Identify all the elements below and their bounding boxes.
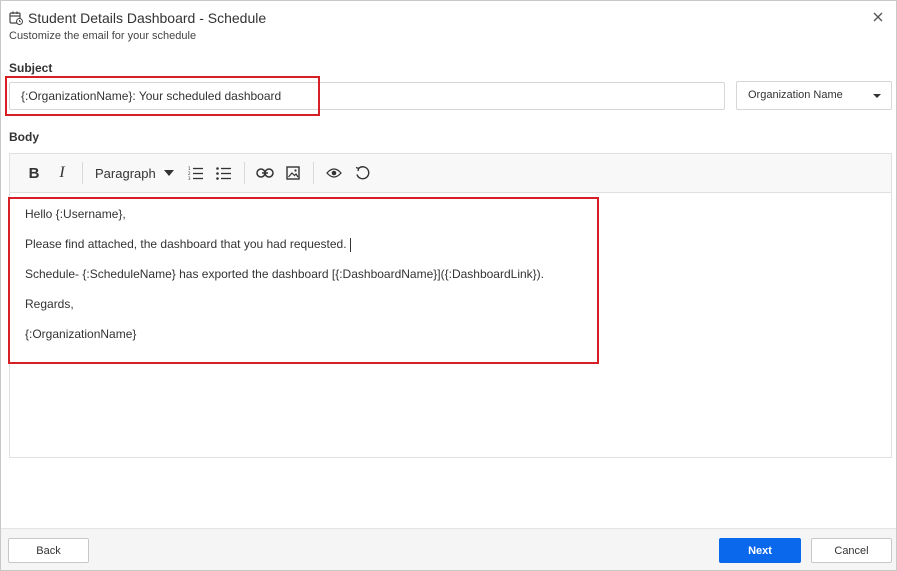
toolbar-divider: [82, 162, 83, 184]
bold-icon[interactable]: B: [20, 159, 48, 187]
link-icon[interactable]: [251, 159, 279, 187]
body-line: Regards,: [25, 297, 74, 311]
placeholder-dropdown[interactable]: Organization Name: [736, 81, 892, 110]
dropdown-label: Organization Name: [748, 89, 843, 101]
paragraph-label: Paragraph: [95, 165, 156, 181]
body-line: Hello {:Username},: [25, 207, 126, 221]
dialog-subtitle: Customize the email for your schedule: [9, 30, 197, 42]
dialog-title: Student Details Dashboard - Schedule: [28, 10, 267, 26]
body-line: {:OrganizationName}: [25, 327, 137, 341]
body-line: Schedule- {:ScheduleName} has exported t…: [25, 267, 545, 281]
paragraph-format-dropdown[interactable]: Paragraph: [89, 159, 182, 187]
body-line: Please find attached, the dashboard that…: [25, 236, 876, 266]
editor-toolbar: B I Paragraph 1 2 3: [10, 154, 891, 193]
reset-icon[interactable]: [348, 159, 376, 187]
subject-input[interactable]: {:OrganizationName}: Your scheduled dash…: [9, 82, 725, 110]
schedule-dialog: Student Details Dashboard - Schedule Cus…: [0, 0, 897, 571]
dialog-header: Student Details Dashboard - Schedule Cus…: [9, 9, 888, 49]
chevron-down-icon: [163, 170, 174, 176]
subject-label: Subject: [9, 61, 53, 75]
toolbar-divider: [312, 162, 314, 184]
cancel-button[interactable]: Cancel: [811, 538, 892, 563]
dialog-footer: Back Next Cancel: [1, 528, 896, 570]
image-icon[interactable]: [279, 159, 307, 187]
text-cursor: [349, 237, 351, 252]
italic-icon[interactable]: I: [48, 159, 76, 187]
body-editor: B I Paragraph 1 2 3 Hello {:Username}, P…: [9, 153, 892, 458]
svg-text:3: 3: [188, 176, 191, 180]
body-label: Body: [9, 130, 39, 144]
ordered-list-icon[interactable]: 1 2 3: [182, 159, 210, 187]
title-row: Student Details Dashboard - Schedule: [9, 9, 888, 27]
preview-icon[interactable]: [320, 159, 348, 187]
toolbar-divider: [243, 162, 245, 184]
back-button[interactable]: Back: [8, 538, 89, 563]
unordered-list-icon[interactable]: [210, 159, 238, 187]
close-icon[interactable]: [870, 9, 886, 25]
calendar-icon: [9, 11, 23, 25]
chevron-down-icon: [873, 94, 881, 98]
body-content[interactable]: Hello {:Username}, Please find attached,…: [10, 193, 891, 369]
next-button[interactable]: Next: [719, 538, 801, 563]
